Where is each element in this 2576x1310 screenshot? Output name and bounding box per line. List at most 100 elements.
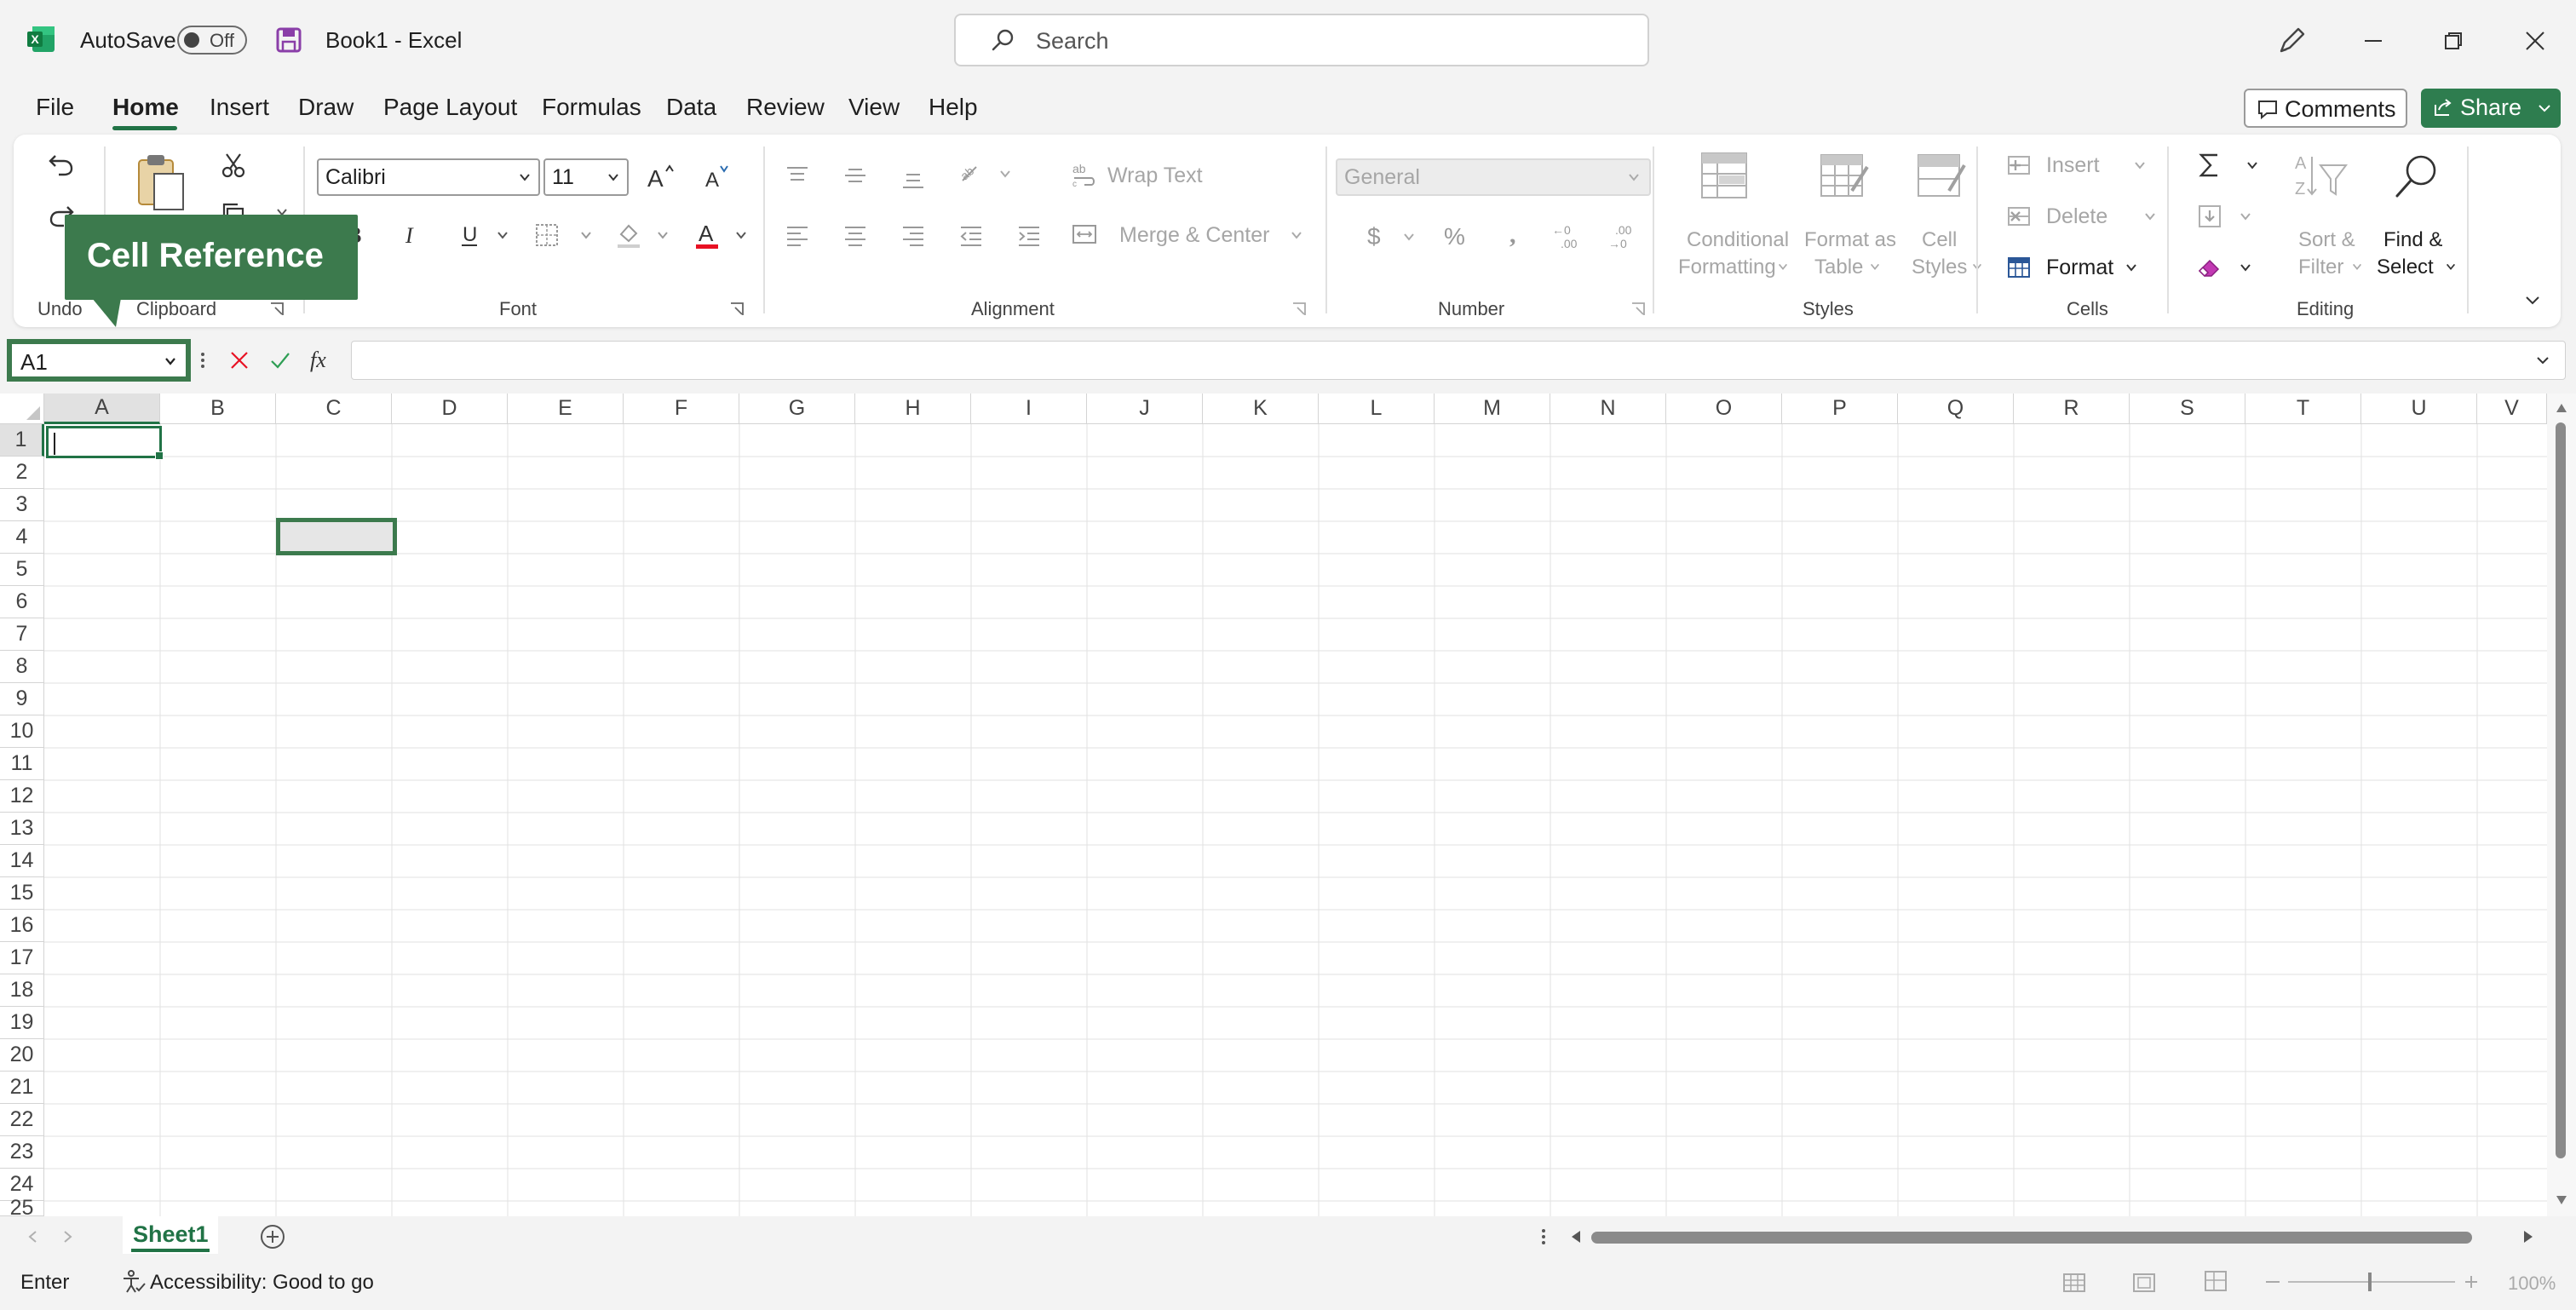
page-layout-view-icon[interactable] — [2130, 1269, 2159, 1296]
horizontal-scroll-thumb[interactable] — [1591, 1232, 2472, 1244]
scroll-up-icon[interactable] — [2552, 399, 2571, 417]
page-break-view-icon[interactable] — [2201, 1267, 2230, 1295]
column-header[interactable]: B — [160, 394, 276, 424]
tab-data[interactable]: Data — [666, 94, 716, 121]
collapse-ribbon-icon[interactable] — [2520, 288, 2545, 313]
column-header[interactable]: S — [2130, 394, 2245, 424]
font-size-select[interactable]: 11 — [543, 158, 629, 196]
worksheet-grid[interactable]: ABCDEFGHIJKLMNOPQRSTUV 1 2 3 4 5 6 7 8 9 10 11 12 13… — [0, 394, 2576, 1220]
underline-chevron-icon[interactable] — [494, 227, 511, 244]
increase-font-size-icon[interactable]: A — [642, 158, 680, 196]
row-header[interactable]: 21 — [0, 1072, 44, 1104]
column-header[interactable]: F — [624, 394, 739, 424]
horizontal-scrollbar[interactable] — [1566, 1221, 2545, 1252]
conditional-formatting-button[interactable]: Conditional Formatting — [1666, 148, 1789, 293]
tab-split-handle-icon[interactable] — [1537, 1225, 1550, 1249]
row-header[interactable]: 3 — [0, 489, 44, 521]
formula-input[interactable] — [351, 341, 2566, 380]
row-header[interactable]: 5 — [0, 554, 44, 586]
currency-chevron-icon[interactable] — [1400, 228, 1417, 245]
active-cell-a1[interactable] — [46, 426, 164, 460]
next-sheet-icon[interactable] — [58, 1227, 78, 1247]
row-header[interactable]: 20 — [0, 1039, 44, 1072]
tab-review[interactable]: Review — [746, 94, 825, 121]
highlighted-cell-c4[interactable] — [276, 518, 397, 555]
autosum-chevron-icon[interactable] — [2244, 157, 2261, 174]
currency-icon[interactable]: $ — [1356, 218, 1394, 256]
zoom-slider-thumb[interactable] — [2368, 1273, 2372, 1291]
column-header[interactable]: I — [971, 394, 1087, 424]
clipboard-launcher-icon[interactable] — [267, 300, 286, 319]
fill-down-icon[interactable] — [2191, 198, 2228, 235]
format-as-table-button[interactable]: Format as Table — [1794, 148, 1896, 293]
font-launcher-icon[interactable] — [727, 300, 746, 319]
borders-icon[interactable] — [530, 218, 564, 252]
row-header[interactable]: 7 — [0, 618, 44, 651]
percent-icon[interactable]: % — [1438, 218, 1475, 256]
row-header[interactable]: 11 — [0, 748, 44, 780]
select-all-corner[interactable] — [0, 394, 44, 424]
decrease-indent-icon[interactable] — [952, 216, 990, 254]
more-options-icon[interactable] — [194, 349, 211, 371]
font-name-select[interactable]: Calibri — [317, 158, 540, 196]
row-header[interactable]: 14 — [0, 845, 44, 877]
scroll-down-icon[interactable] — [2552, 1191, 2571, 1209]
column-header[interactable]: U — [2361, 394, 2477, 424]
column-header[interactable]: N — [1550, 394, 1666, 424]
align-left-icon[interactable] — [779, 216, 816, 254]
vertical-scroll-thumb[interactable] — [2556, 422, 2566, 1158]
comma-style-icon[interactable]: , — [1496, 218, 1533, 256]
scroll-right-icon[interactable] — [2518, 1227, 2539, 1247]
tab-help[interactable]: Help — [929, 94, 978, 121]
column-header[interactable]: G — [739, 394, 855, 424]
close-icon[interactable] — [2516, 22, 2554, 60]
alignment-launcher-icon[interactable] — [1290, 300, 1308, 319]
column-header[interactable]: V — [2477, 394, 2547, 424]
accessibility-icon[interactable] — [119, 1267, 148, 1296]
autosave-toggle[interactable]: Off — [177, 26, 247, 55]
italic-icon[interactable]: I — [394, 218, 428, 252]
row-header[interactable]: 10 — [0, 715, 44, 748]
restore-icon[interactable] — [2435, 22, 2472, 60]
cut-icon[interactable] — [215, 147, 252, 184]
row-header[interactable]: 1 — [0, 424, 44, 457]
font-color-chevron-icon[interactable] — [733, 227, 750, 244]
sheet-tab-sheet1[interactable]: Sheet1 — [123, 1216, 218, 1254]
vertical-scrollbar[interactable] — [2547, 394, 2576, 1216]
tab-insert[interactable]: Insert — [210, 94, 269, 121]
bottom-align-icon[interactable] — [894, 160, 932, 198]
tab-home[interactable]: Home — [112, 94, 179, 121]
font-color-icon[interactable]: A — [688, 216, 726, 254]
search-box[interactable]: Search — [954, 14, 1649, 66]
cancel-entry-icon[interactable] — [225, 346, 254, 375]
comments-button[interactable]: Comments — [2244, 89, 2407, 128]
previous-sheet-icon[interactable] — [22, 1227, 43, 1247]
merge-chevron-icon[interactable] — [1288, 227, 1305, 244]
increase-decimal-icon[interactable]: ←0.00 — [1550, 218, 1588, 256]
fill-color-chevron-icon[interactable] — [654, 227, 671, 244]
column-header[interactable]: O — [1666, 394, 1782, 424]
scroll-left-icon[interactable] — [1566, 1227, 1586, 1247]
row-header[interactable]: 22 — [0, 1104, 44, 1136]
tab-page-layout[interactable]: Page Layout — [383, 94, 517, 121]
find-select-button[interactable]: Find & Select — [2370, 148, 2464, 293]
insert-cells-button[interactable]: Insert — [2004, 147, 2157, 184]
insert-function-icon[interactable]: fx — [307, 344, 341, 376]
column-header[interactable]: C — [276, 394, 392, 424]
zoom-level[interactable]: 100% — [2508, 1273, 2556, 1295]
column-header[interactable]: H — [855, 394, 971, 424]
fill-chevron-icon[interactable] — [2237, 208, 2254, 225]
column-header[interactable]: L — [1319, 394, 1435, 424]
paste-icon[interactable] — [129, 148, 189, 216]
fill-handle[interactable] — [155, 451, 164, 460]
decrease-decimal-icon[interactable]: .00 →0 — [1607, 218, 1644, 256]
column-header[interactable]: K — [1203, 394, 1319, 424]
row-header[interactable]: 18 — [0, 974, 44, 1007]
clear-chevron-icon[interactable] — [2237, 259, 2254, 276]
normal-view-icon[interactable] — [2060, 1269, 2089, 1296]
save-icon[interactable] — [274, 26, 303, 55]
row-header[interactable]: 13 — [0, 813, 44, 845]
top-align-icon[interactable] — [779, 157, 816, 194]
column-header[interactable]: J — [1087, 394, 1203, 424]
orientation-icon[interactable]: ab — [952, 157, 990, 194]
